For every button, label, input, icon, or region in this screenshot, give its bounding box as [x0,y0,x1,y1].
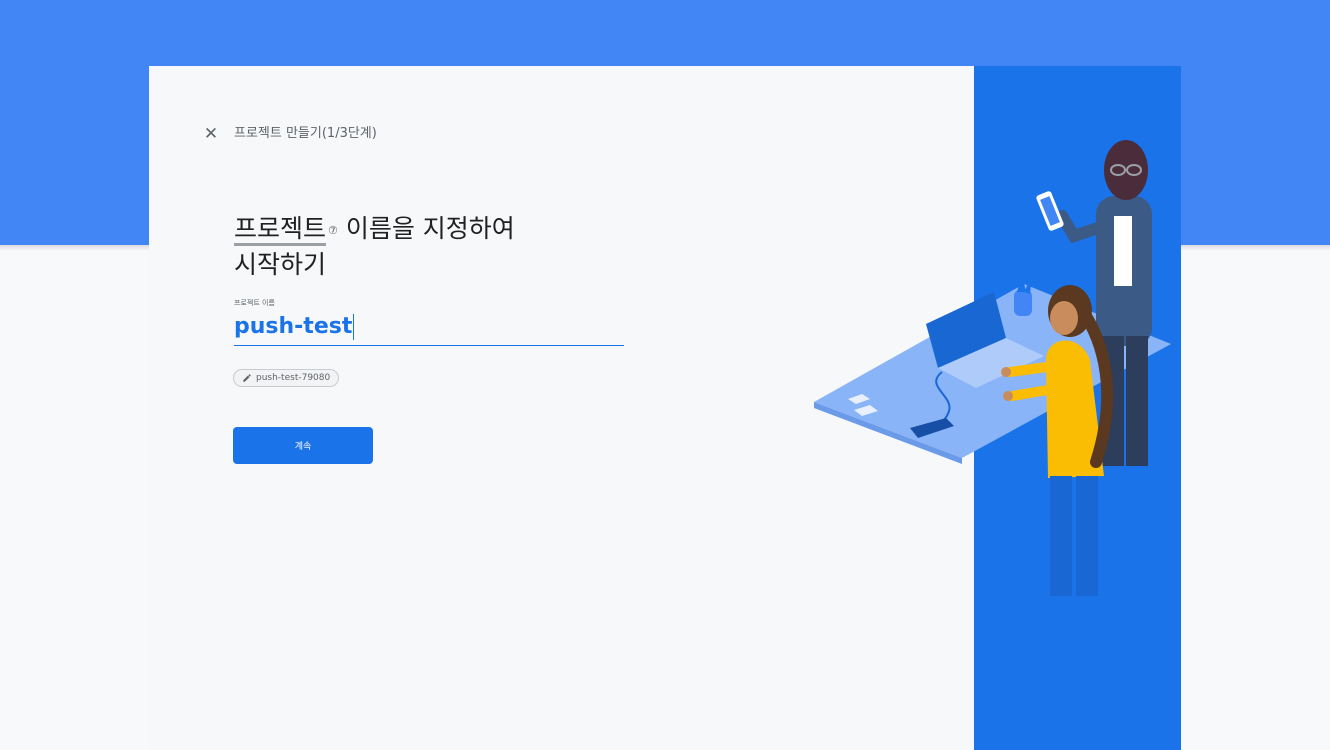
create-project-dialog: ✕ 프로젝트 만들기(1/3단계) 프로젝트 ⑦ 이름을 지정하여 시작하기 프로… [149,66,1181,750]
illustration-woman-face [1050,301,1078,335]
project-name-input[interactable]: push-test [234,312,355,342]
close-icon: ✕ [203,124,219,144]
help-icon[interactable]: ⑦ [328,224,338,237]
illustration [814,66,1181,750]
text-caret [353,314,355,340]
project-name-value: push-test [234,314,353,339]
continue-button[interactable]: 계속 [233,427,373,464]
illustration-plant [1014,290,1032,316]
project-id-text: push-test-79080 [256,373,331,383]
project-term-link[interactable]: 프로젝트 [234,214,327,246]
pencil-icon [243,374,251,382]
close-button[interactable]: ✕ [201,124,221,144]
project-id-chip[interactable]: push-test-79080 [233,369,340,387]
title-line-1: 이름을 지정하여 [337,214,515,243]
step-indicator: 프로젝트 만들기(1/3단계) [234,126,377,141]
project-name-field[interactable]: push-test [234,310,624,346]
title-line-2: 시작하기 [234,250,327,279]
project-name-label: 프로젝트 이름 [234,299,275,307]
page-title: 프로젝트 ⑦ 이름을 지정하여 시작하기 [234,211,654,283]
